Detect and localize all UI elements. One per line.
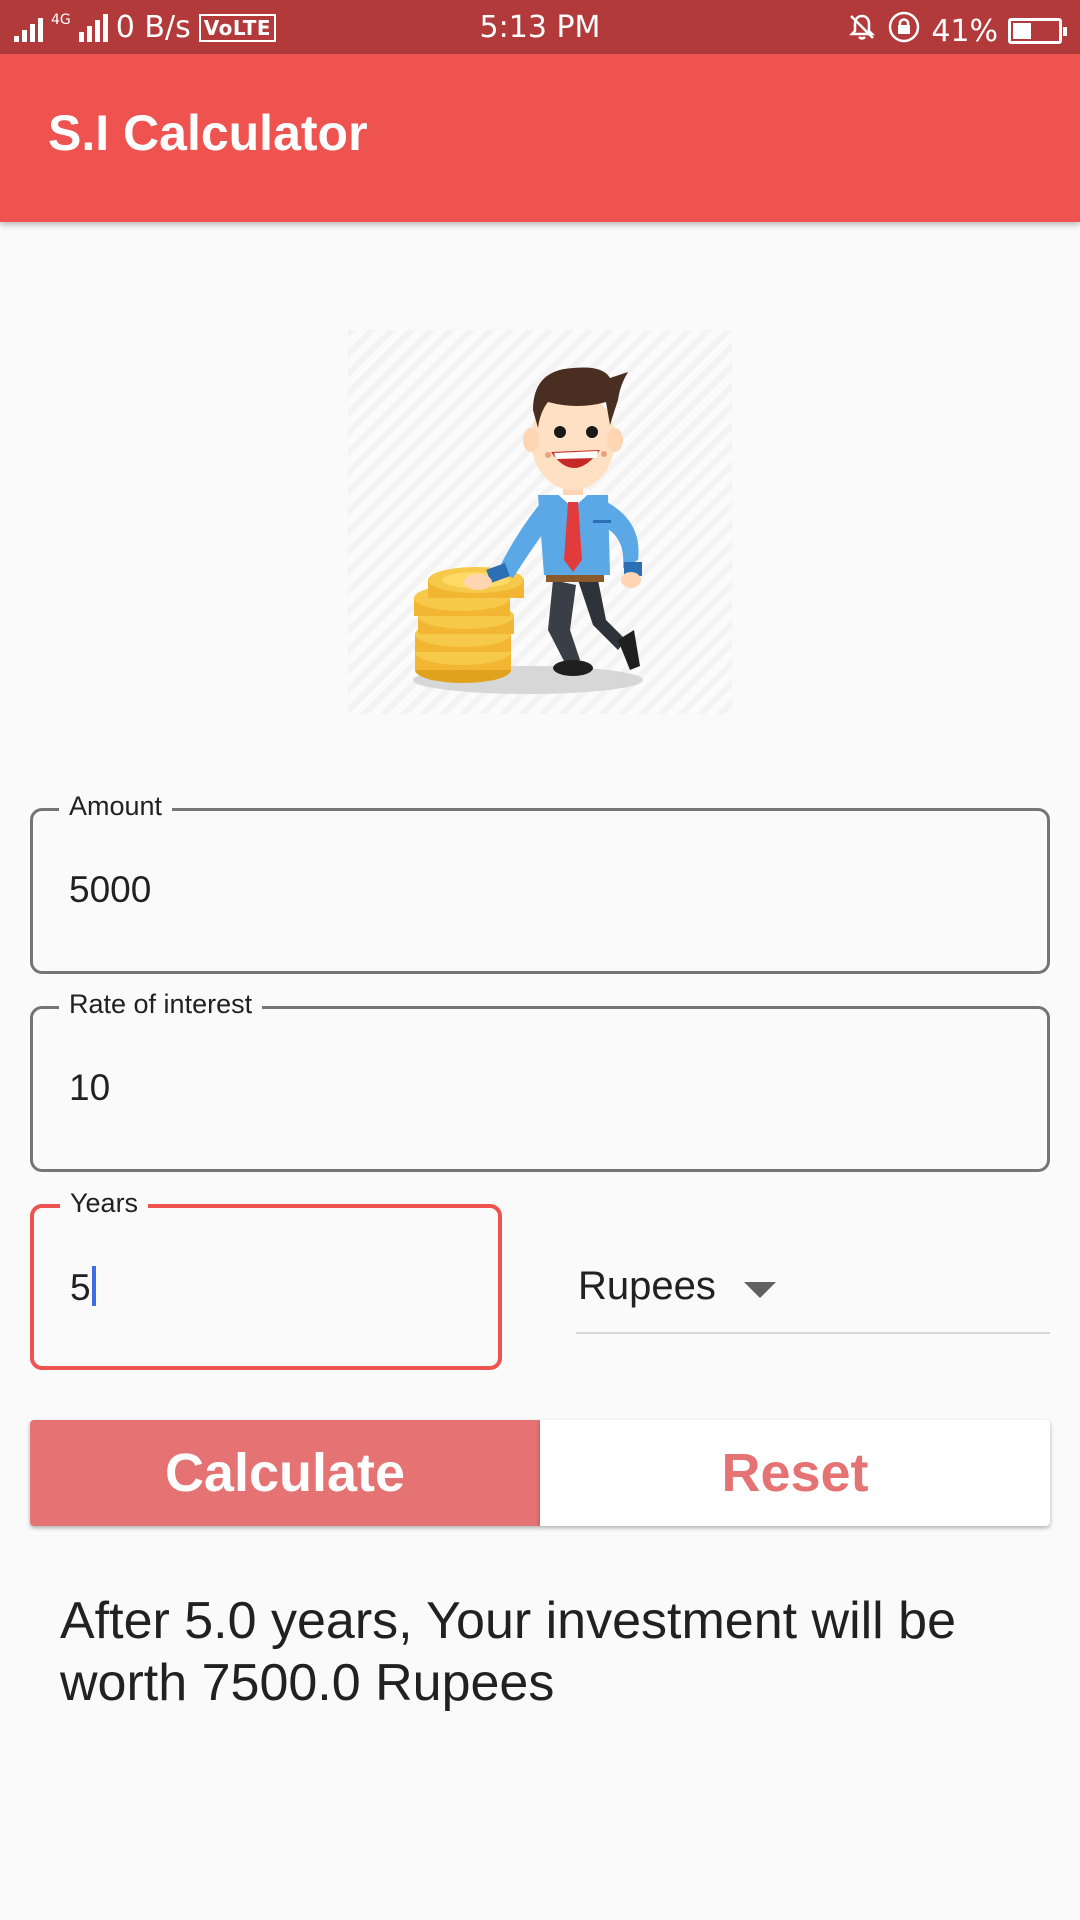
currency-dropdown[interactable]: Rupees bbox=[576, 1250, 1050, 1334]
currency-selected: Rupees bbox=[578, 1264, 716, 1308]
years-field[interactable]: Years 5 bbox=[30, 1188, 502, 1370]
rate-label: Rate of interest bbox=[59, 989, 263, 1020]
rate-input[interactable]: 10 bbox=[69, 1067, 110, 1109]
battery-percent: 41% bbox=[931, 13, 998, 49]
calculate-button[interactable]: Calculate bbox=[30, 1420, 540, 1526]
businessman-coins-illustration bbox=[348, 330, 732, 714]
lock-rotation-icon bbox=[887, 10, 921, 52]
battery-icon bbox=[1008, 18, 1067, 44]
years-input[interactable]: 5 bbox=[70, 1266, 96, 1309]
reset-button[interactable]: Reset bbox=[540, 1420, 1050, 1526]
amount-field[interactable]: Amount 5000 bbox=[30, 791, 1050, 974]
result-text: After 5.0 years, Your investment will be… bbox=[60, 1592, 957, 1712]
amount-label: Amount bbox=[59, 791, 173, 822]
years-value: 5 bbox=[70, 1267, 91, 1308]
text-cursor bbox=[91, 1266, 96, 1306]
status-bar: 4G 0 B/s VoLTE 5:13 PM 41% bbox=[0, 0, 1080, 54]
amount-input[interactable]: 5000 bbox=[69, 869, 151, 911]
rate-field[interactable]: Rate of interest 10 bbox=[30, 989, 1050, 1172]
mute-icon bbox=[847, 12, 877, 50]
status-right: 41% bbox=[847, 10, 1067, 52]
years-label: Years bbox=[60, 1188, 149, 1219]
app-bar: S.I Calculator bbox=[0, 54, 1080, 222]
app-title: S.I Calculator bbox=[48, 105, 368, 161]
battery-fill bbox=[1013, 23, 1032, 39]
dropdown-arrow-icon[interactable] bbox=[744, 1282, 776, 1298]
